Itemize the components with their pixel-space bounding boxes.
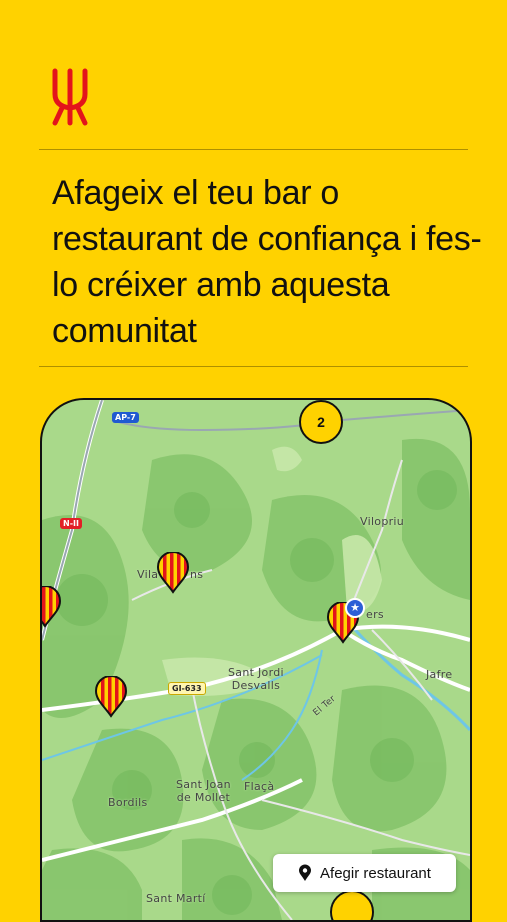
place-sant-marti: Sant Martí — [146, 892, 206, 905]
star-icon: ★ — [345, 598, 365, 618]
place-vilopriu: Vilopriu — [360, 515, 405, 528]
add-restaurant-button[interactable]: Afegir restaurant — [273, 854, 456, 892]
place-jafre: Jafre — [426, 668, 453, 681]
restaurant-pin[interactable] — [156, 552, 190, 594]
place-ers: ers — [366, 608, 384, 621]
place-flaca: Flaçà — [244, 780, 275, 793]
road-gi633-badge: GI-633 — [168, 682, 206, 695]
location-pin-icon — [299, 864, 312, 881]
fork-icon — [52, 68, 88, 126]
place-bordils: Bordils — [108, 796, 148, 809]
place-sant-jordi: Sant Jordi Desvalls — [228, 666, 284, 692]
map-base — [42, 400, 470, 920]
road-n2-badge: N-II — [60, 518, 82, 529]
divider-top — [39, 149, 468, 150]
restaurant-pin[interactable] — [94, 676, 128, 718]
cluster-count: 2 — [317, 414, 325, 430]
road-ap7-badge: AP-7 — [112, 412, 139, 423]
map-view[interactable]: AP-7 N-II GI-633 Vilopriu Vila ns ers Ja… — [40, 398, 472, 922]
divider-bottom — [39, 366, 468, 367]
headline: Afageix el teu bar o restaurant de confi… — [52, 174, 482, 350]
restaurant-pin[interactable] — [40, 586, 62, 628]
cluster-marker[interactable]: 2 — [299, 400, 343, 444]
add-restaurant-label: Afegir restaurant — [320, 864, 431, 882]
place-ns: ns — [190, 568, 204, 581]
place-sant-joan: Sant Joan de Mollet — [176, 778, 231, 804]
